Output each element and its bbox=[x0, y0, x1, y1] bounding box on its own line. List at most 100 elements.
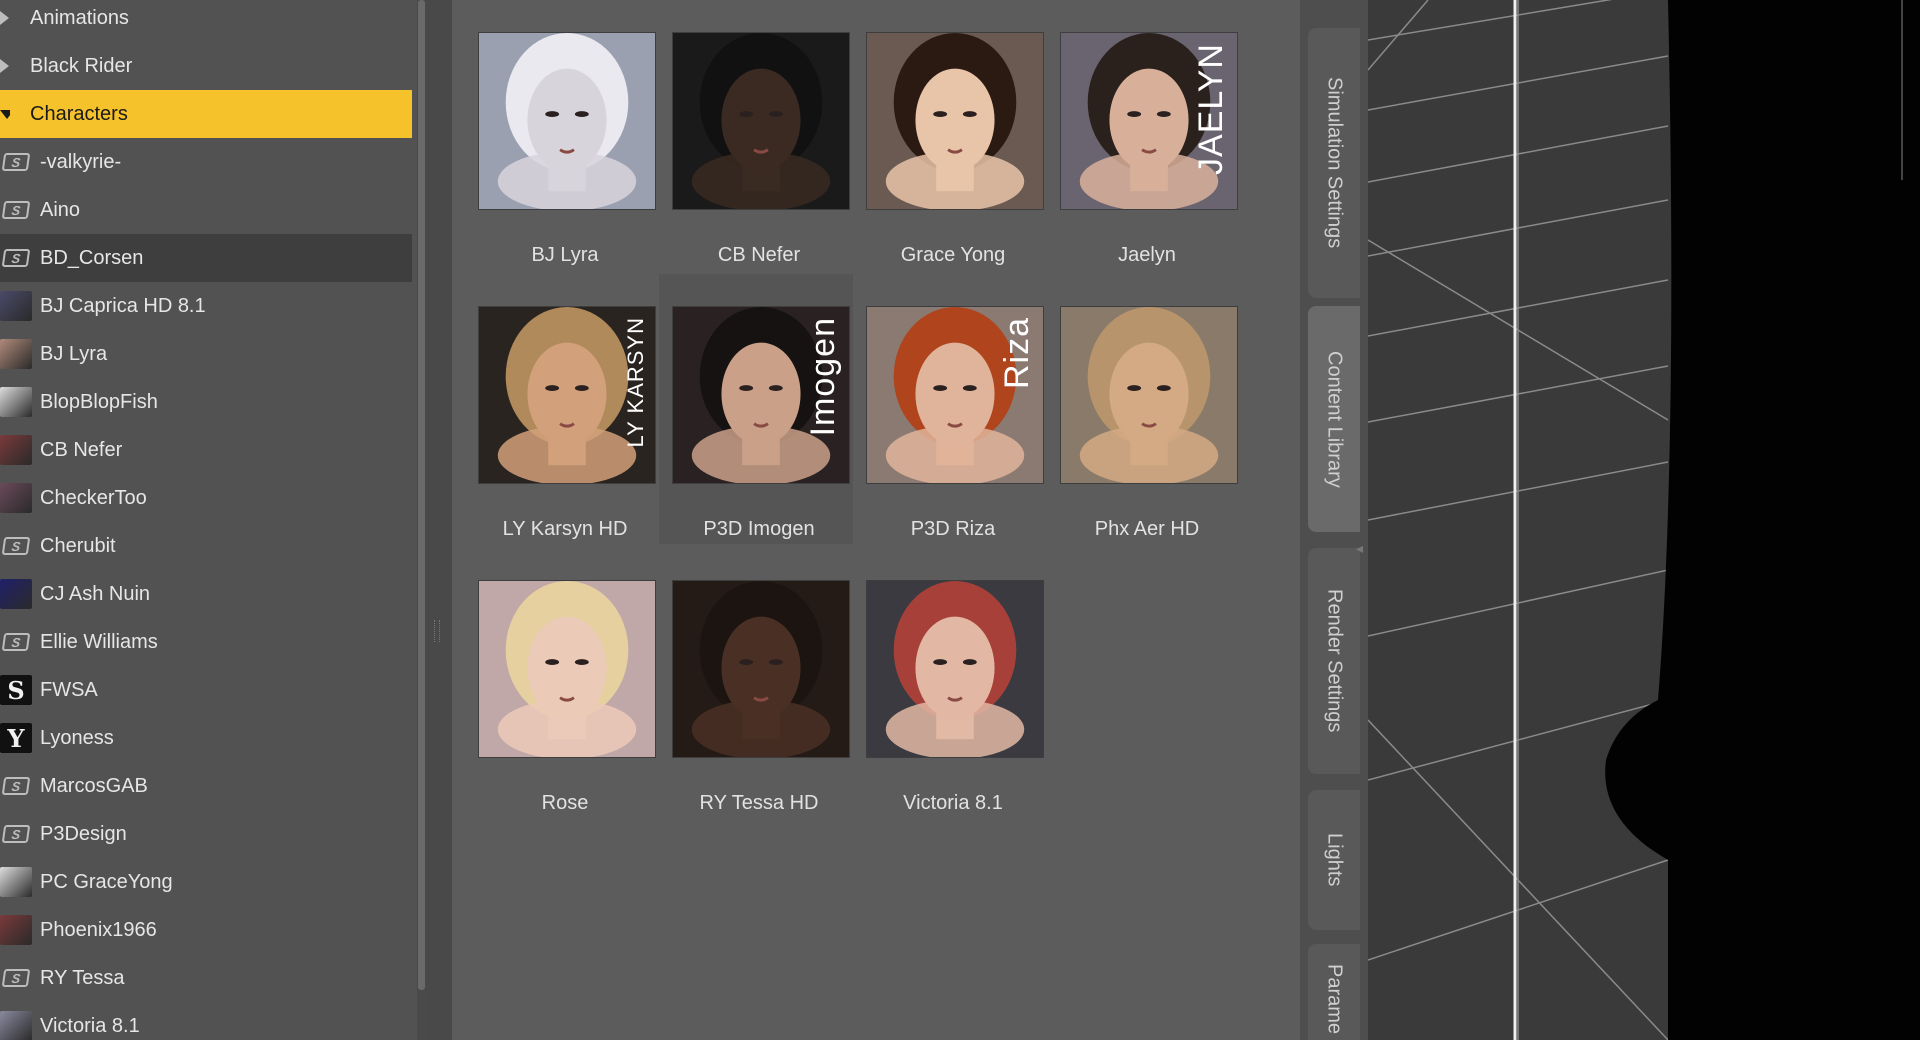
content-tile[interactable]: Phx Aer HD bbox=[1047, 274, 1241, 544]
tree-item[interactable]: BlopBlopFish bbox=[0, 378, 412, 426]
character-thumbnail[interactable] bbox=[672, 32, 850, 210]
tile-label: Phx Aer HD bbox=[1094, 518, 1200, 540]
tree-item[interactable]: Animations bbox=[0, 0, 412, 42]
character-thumbnail[interactable] bbox=[866, 580, 1044, 758]
tab-content-library[interactable]: Content Library bbox=[1308, 306, 1360, 532]
tree-item[interactable]: S FWSA bbox=[0, 666, 412, 714]
character-thumbnail[interactable]: Imogen bbox=[672, 306, 850, 484]
tree-item-label: BJ Caprica HD 8.1 bbox=[40, 294, 206, 317]
character-thumbnail[interactable] bbox=[672, 580, 850, 758]
content-tile[interactable]: BJ Lyra bbox=[465, 0, 659, 270]
content-tile[interactable]: CB Nefer bbox=[659, 0, 853, 270]
tab-lights[interactable]: Lights bbox=[1308, 790, 1360, 930]
tree-item-label: RY Tessa bbox=[40, 966, 125, 989]
folder-icon: S bbox=[0, 195, 32, 225]
content-tile[interactable]: Victoria 8.1 bbox=[853, 548, 1047, 818]
folder-icon: S bbox=[0, 819, 32, 849]
tree-item-label: Phoenix1966 bbox=[40, 918, 157, 941]
tree-item[interactable]: S Ellie Williams bbox=[0, 618, 412, 666]
character-thumbnail[interactable]: LY KARSYN bbox=[478, 306, 656, 484]
viewport-3d[interactable] bbox=[1368, 0, 1920, 1040]
tree-item[interactable]: Phoenix1966 bbox=[0, 906, 412, 954]
tree-item[interactable]: S -valkyrie- bbox=[0, 138, 412, 186]
content-tile[interactable]: Grace Yong bbox=[853, 0, 1047, 270]
tab-label: Lights bbox=[1323, 833, 1346, 887]
character-thumbnail[interactable] bbox=[866, 32, 1044, 210]
tile-label: Grace Yong bbox=[900, 244, 1006, 266]
character-thumbnail[interactable] bbox=[1060, 306, 1238, 484]
tree-item[interactable]: Victoria 8.1 bbox=[0, 1002, 412, 1040]
thumbnail-icon bbox=[0, 435, 32, 465]
viewport-grid bbox=[1368, 0, 1920, 1040]
tree-item[interactable]: Y Lyoness bbox=[0, 714, 412, 762]
tree-item-label: Ellie Williams bbox=[40, 630, 158, 653]
tree-item-label: PC GraceYong bbox=[40, 870, 173, 893]
folder-icon: S bbox=[0, 531, 32, 561]
content-tree-panel: Animations Black Rider Characters S -valkyri… bbox=[0, 0, 426, 1040]
character-thumbnail[interactable]: JAELYN bbox=[1060, 32, 1238, 210]
tree-scrollbar[interactable] bbox=[417, 0, 426, 1040]
tree-item[interactable]: BJ Caprica HD 8.1 bbox=[0, 282, 412, 330]
tree-item[interactable]: BJ Lyra bbox=[0, 330, 412, 378]
content-tile[interactable]: RY Tessa HD bbox=[659, 548, 853, 818]
tree-item[interactable]: S MarcosGAB bbox=[0, 762, 412, 810]
character-thumbnail[interactable] bbox=[478, 580, 656, 758]
tree-item[interactable]: S Aino bbox=[0, 186, 412, 234]
character-thumbnail[interactable]: Riza bbox=[866, 306, 1044, 484]
tab-label: Simulation Settings bbox=[1323, 77, 1346, 249]
content-tile[interactable]: Imogen P3D Imogen bbox=[659, 274, 853, 544]
character-thumbnail[interactable] bbox=[478, 32, 656, 210]
tile-label: CB Nefer bbox=[717, 244, 801, 266]
tree-item[interactable]: S Cherubit bbox=[0, 522, 412, 570]
content-tile[interactable]: Rose bbox=[465, 548, 659, 818]
tab-render-settings[interactable]: Render Settings bbox=[1308, 548, 1360, 774]
tree-item-label: Animations bbox=[30, 6, 129, 29]
tree-item[interactable]: Black Rider bbox=[0, 42, 412, 90]
tree-item[interactable]: S BD_Corsen bbox=[0, 234, 412, 282]
tree-item-label: -valkyrie- bbox=[40, 150, 122, 173]
tab-parameters[interactable]: Parame bbox=[1308, 944, 1360, 1040]
logo-icon: S bbox=[0, 675, 32, 705]
thumbnail-icon bbox=[0, 339, 32, 369]
tree-item[interactable]: CJ Ash Nuin bbox=[0, 570, 412, 618]
folder-icon: S bbox=[0, 627, 32, 657]
tree-item[interactable]: S P3Design bbox=[0, 810, 412, 858]
tile-label: LY Karsyn HD bbox=[502, 518, 628, 540]
tab-label: Render Settings bbox=[1323, 589, 1346, 733]
thumbnail-icon bbox=[0, 291, 32, 321]
tree-item-label: Characters bbox=[30, 102, 128, 125]
thumbnail-icon bbox=[0, 867, 32, 897]
tree-item[interactable]: CheckerToo bbox=[0, 474, 412, 522]
tab-simulation-settings[interactable]: Simulation Settings bbox=[1308, 28, 1360, 298]
tree-item-label: BJ Lyra bbox=[40, 342, 108, 365]
caret-down-icon bbox=[0, 99, 10, 129]
tree-scrollbar-thumb[interactable] bbox=[418, 0, 425, 990]
tree-item[interactable]: Characters bbox=[0, 90, 412, 138]
tile-label: P3D Riza bbox=[910, 518, 996, 540]
tree-item-label: Cherubit bbox=[40, 534, 116, 557]
tree-item-label: CJ Ash Nuin bbox=[40, 582, 151, 605]
tree-item[interactable]: PC GraceYong bbox=[0, 858, 412, 906]
folder-icon: S bbox=[0, 963, 32, 993]
caret-right-icon bbox=[0, 3, 10, 33]
tile-label: RY Tessa HD bbox=[699, 792, 819, 814]
tab-label: Parame bbox=[1323, 963, 1346, 1035]
thumbnail-icon bbox=[0, 1011, 32, 1040]
panel-splitter[interactable] bbox=[426, 0, 452, 1040]
app-window: Animations Black Rider Characters S -valkyri… bbox=[0, 0, 1920, 1040]
thumbnail-overlay-text: JAELYN bbox=[1192, 43, 1230, 175]
splitter-grip-icon[interactable] bbox=[434, 620, 440, 642]
tree-item[interactable]: S RY Tessa bbox=[0, 954, 412, 1002]
content-tile[interactable]: Riza P3D Riza bbox=[853, 274, 1047, 544]
tile-label: Jaelyn bbox=[1118, 244, 1176, 266]
tree-item-label: Victoria 8.1 bbox=[40, 1014, 140, 1037]
content-tile[interactable]: LY KARSYN LY Karsyn HD bbox=[465, 274, 659, 544]
tree-item-label: FWSA bbox=[40, 678, 98, 701]
collapse-arrow-icon[interactable]: ◂ bbox=[1356, 540, 1363, 557]
thumbnail-icon bbox=[0, 579, 32, 609]
tree-item[interactable]: CB Nefer bbox=[0, 426, 412, 474]
tree-item-label: BD_Corsen bbox=[40, 246, 144, 269]
tree-item-label: Lyoness bbox=[40, 726, 114, 749]
content-tile[interactable]: JAELYN Jaelyn bbox=[1047, 0, 1241, 270]
tile-label: Rose bbox=[541, 792, 589, 814]
